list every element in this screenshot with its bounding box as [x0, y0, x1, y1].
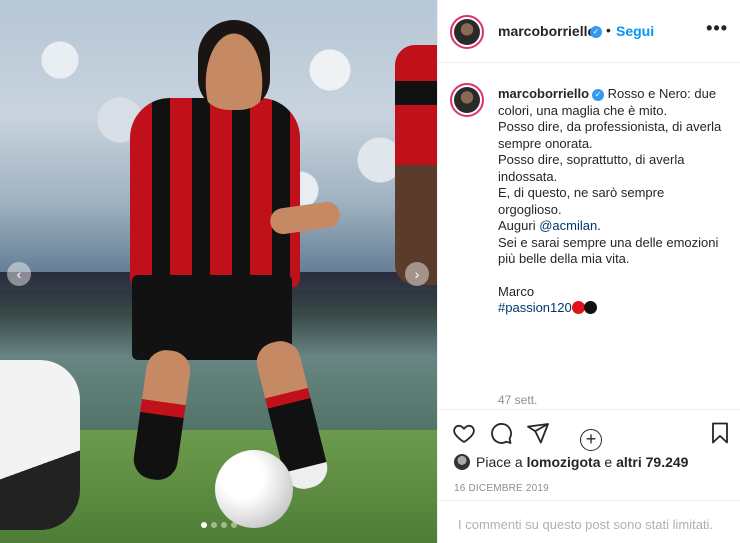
likes-count-link[interactable]: altri 79.249	[616, 454, 688, 470]
caption-punctuation: .	[597, 218, 601, 233]
caption-line: Posso dire, soprattutto, di averla indos…	[498, 152, 685, 184]
caption-line: E, di questo, ne sarò sempre orgoglioso.	[498, 185, 665, 217]
caption-line: Posso dire, da professionista, di averla…	[498, 119, 722, 151]
carousel-dot[interactable]	[210, 522, 217, 528]
black-circle-icon	[583, 301, 597, 314]
caption-time-ago[interactable]: 47 sett.	[498, 393, 537, 407]
carousel-dot[interactable]	[200, 522, 207, 528]
share-icon[interactable]	[526, 421, 550, 445]
post-sidebar: marcoborriello ✓ • Segui ••• marcoborrie…	[437, 0, 740, 543]
carousel-prev-button[interactable]: ‹	[7, 262, 31, 286]
player-leg-left	[131, 347, 193, 483]
avatar[interactable]	[450, 15, 484, 49]
more-options-icon[interactable]: •••	[706, 18, 728, 39]
verified-badge-icon: ✓	[592, 89, 605, 101]
likes-middle: e	[600, 454, 617, 470]
hashtag-link[interactable]: #passion120	[498, 300, 572, 315]
liker-username[interactable]: lomozigota	[527, 454, 601, 470]
caption-auguri: Auguri	[498, 218, 540, 233]
mention-link[interactable]: @acmilan	[539, 218, 597, 233]
carousel-dot[interactable]	[230, 522, 237, 528]
liker-avatar[interactable]	[454, 454, 470, 470]
caption: marcoborriello ✓ Rosso e Nero: due colori…	[498, 86, 730, 317]
red-circle-icon	[571, 301, 585, 314]
heart-icon[interactable]	[452, 421, 476, 445]
username-link[interactable]: marcoborriello	[498, 23, 596, 39]
likes-prefix: Piace a	[476, 454, 527, 470]
post-header: marcoborriello ✓ • Segui •••	[438, 0, 740, 63]
bookmark-icon[interactable]	[708, 421, 732, 445]
opponent-player	[395, 45, 437, 285]
follow-button[interactable]: Segui	[616, 23, 654, 39]
separator-dot: •	[606, 22, 611, 38]
carousel-next-button[interactable]: ›	[405, 262, 429, 286]
comments-section: marcoborriello ✓ Rosso e Nero: due colori…	[438, 63, 740, 451]
comments-limited-notice: I commenti su questo post sono stati lim…	[438, 500, 740, 543]
verified-badge-icon: ✓	[590, 26, 602, 38]
carousel-dot[interactable]	[220, 522, 227, 528]
likes-summary: Piace a lomozigota e altri 79.249	[454, 454, 688, 470]
comment-icon[interactable]	[489, 421, 513, 445]
player-shirt	[130, 98, 300, 288]
opponent-leg	[0, 360, 80, 530]
caption-username[interactable]: marcoborriello	[498, 86, 589, 101]
caption-line: Sei e sarai sempre una delle emozioni pi…	[498, 234, 719, 267]
action-bar	[438, 413, 740, 453]
post-date[interactable]: 16 DICEMBRE 2019	[454, 483, 549, 494]
caption-avatar[interactable]	[450, 83, 484, 117]
player-head	[198, 20, 270, 110]
post-photo[interactable]: ‹ ›	[0, 0, 437, 543]
player	[120, 20, 350, 528]
caption-signature: Marco	[498, 283, 535, 299]
carousel-dots	[0, 515, 437, 533]
